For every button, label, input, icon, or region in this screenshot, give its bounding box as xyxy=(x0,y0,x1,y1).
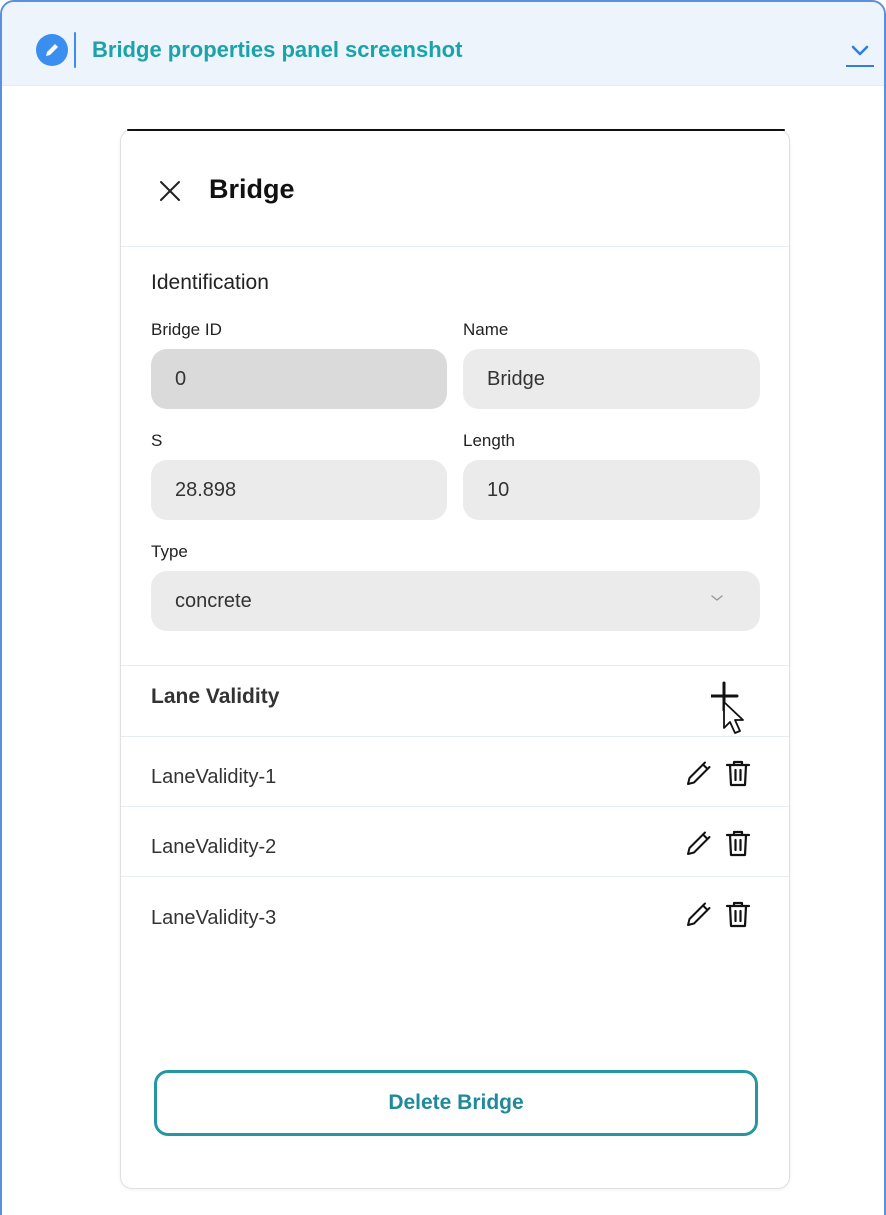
divider xyxy=(121,246,789,247)
collapsible-header[interactable]: Bridge properties panel screenshot xyxy=(2,2,884,86)
name-label: Name xyxy=(463,320,509,339)
type-label: Type xyxy=(151,542,188,561)
pencil-icon[interactable] xyxy=(683,829,713,859)
pencil-icon[interactable] xyxy=(683,900,713,930)
header-separator xyxy=(74,32,76,68)
name-field[interactable]: Bridge xyxy=(463,349,760,409)
pencil-icon xyxy=(36,34,68,66)
lane-validity-label: LaneValidity-1 xyxy=(151,766,277,788)
header-title: Bridge properties panel screenshot xyxy=(92,37,463,62)
section-title-lane-validity: Lane Validity xyxy=(151,685,280,708)
collapse-button[interactable] xyxy=(846,39,874,67)
s-label: S xyxy=(151,431,163,450)
list-item[interactable]: LaneValidity-1 xyxy=(121,741,789,811)
trash-icon[interactable] xyxy=(725,900,751,930)
type-select-value: concrete xyxy=(175,590,252,612)
trash-icon[interactable] xyxy=(725,829,751,859)
delete-bridge-button[interactable]: Delete Bridge xyxy=(154,1070,758,1136)
screenshot-frame: Bridge properties panel screenshot Bridg… xyxy=(0,0,886,1215)
chevron-down-icon xyxy=(711,595,723,601)
section-title-identification: Identification xyxy=(151,271,269,294)
chevron-underline xyxy=(846,65,874,67)
bridge-panel: Bridge Identification Bridge ID 0 Name B… xyxy=(120,129,790,1189)
divider xyxy=(121,736,789,737)
lane-validity-label: LaneValidity-3 xyxy=(151,907,277,929)
divider xyxy=(121,806,789,807)
plus-icon[interactable] xyxy=(711,680,761,740)
lane-validity-label: LaneValidity-2 xyxy=(151,836,277,858)
divider xyxy=(121,665,789,666)
length-label: Length xyxy=(463,431,515,450)
bridge-id-label: Bridge ID xyxy=(151,320,222,339)
pencil-icon[interactable] xyxy=(683,759,713,789)
bridge-id-field: 0 xyxy=(151,349,447,409)
list-item[interactable]: LaneValidity-3 xyxy=(121,882,789,952)
length-field[interactable]: 10 xyxy=(463,460,760,520)
close-icon[interactable] xyxy=(157,178,183,204)
list-item[interactable]: LaneValidity-2 xyxy=(121,811,789,881)
chevron-down-icon xyxy=(851,45,869,56)
trash-icon[interactable] xyxy=(725,759,751,789)
type-select[interactable]: concrete xyxy=(151,571,760,631)
divider xyxy=(121,876,789,877)
panel-title: Bridge xyxy=(209,174,295,204)
panel-top-border xyxy=(127,129,785,131)
s-field[interactable]: 28.898 xyxy=(151,460,447,520)
